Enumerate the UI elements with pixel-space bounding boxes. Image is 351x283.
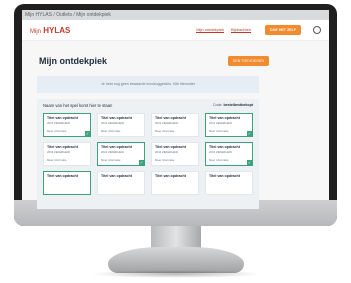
assignment-card[interactable]: Titel van opdracht 2016 ZEKERHEID Meer inf… bbox=[43, 142, 91, 166]
assignment-card[interactable]: Titel van opdracht bbox=[97, 171, 145, 195]
nav-item-ontdekpiek[interactable]: Mijn ontdekpiek bbox=[196, 27, 225, 33]
logo-prefix: Mijn bbox=[30, 28, 42, 35]
game-panel: Naam van het spel komt hier te staan Cod… bbox=[37, 99, 259, 209]
assignment-card[interactable]: Titel van opdracht 2016 ZEKERHEID Meer inf… bbox=[97, 113, 145, 137]
nav-item-bijdrachten[interactable]: Bijdrachten bbox=[231, 27, 252, 33]
user-icon[interactable] bbox=[313, 26, 321, 34]
monitor-shadow bbox=[90, 270, 262, 278]
breadcrumb: Mijn HYLAS / Outlets / Mijn ontdekpiek bbox=[22, 10, 329, 20]
assignment-card[interactable]: Titel van opdracht bbox=[151, 171, 199, 195]
monitor-stand-neck bbox=[151, 226, 201, 248]
code-value: bestelbestbekopt bbox=[223, 103, 253, 107]
panel-heading: Naam van het spel komt hier te staan bbox=[43, 103, 113, 108]
assignment-card[interactable]: Titel van opdracht bbox=[43, 171, 91, 195]
assignment-card[interactable]: Titel van opdracht 2016 ZEKERHEID Meer inf… bbox=[205, 142, 253, 166]
assignment-card[interactable]: Titel van opdracht bbox=[205, 171, 253, 195]
check-icon: ✓ bbox=[247, 160, 252, 165]
page-title: Mijn ontdekpiek bbox=[39, 56, 108, 66]
header-action-button[interactable]: DOE HET ZELF bbox=[265, 25, 301, 35]
assignment-card[interactable]: Titel van opdracht 2016 ZEKERHEID Meer inf… bbox=[43, 113, 91, 137]
cards-grid: Titel van opdracht 2016 ZEKERHEID Meer inf… bbox=[43, 113, 253, 195]
brand-logo[interactable]: Mijn HYLAS bbox=[30, 26, 70, 35]
code-label: Code: bbox=[212, 103, 223, 107]
panel-code: Code: bestelbestbekopt bbox=[213, 103, 253, 107]
assignment-card[interactable]: Titel van opdracht 2016 ZEKERHEID Meer inf… bbox=[151, 142, 199, 166]
nav-links: Mijn ontdekpiek Bijdrachten bbox=[196, 27, 252, 33]
assignment-card[interactable]: Titel van opdracht 2016 ZEKERHEID Meer inf… bbox=[151, 113, 199, 137]
check-icon: ✓ bbox=[85, 131, 90, 136]
check-icon: ✓ bbox=[247, 131, 252, 136]
add-button[interactable]: EEN TOEVOEGEN bbox=[228, 56, 270, 66]
empty-state-message: Je hebt nog geen bewaarde invulsuggestie… bbox=[37, 76, 259, 93]
logo-brand: HYLAS bbox=[43, 25, 71, 35]
check-icon: ✓ bbox=[139, 160, 144, 165]
assignment-card[interactable]: Titel van opdracht 2016 ZEKERHEID Meer inf… bbox=[205, 113, 253, 137]
assignment-card[interactable]: Titel van opdracht 2016 ZEKERHEID Meer inf… bbox=[97, 142, 145, 166]
top-navigation: Mijn HYLAS Mijn ontdekpiek Bijdrachten D… bbox=[22, 20, 329, 41]
